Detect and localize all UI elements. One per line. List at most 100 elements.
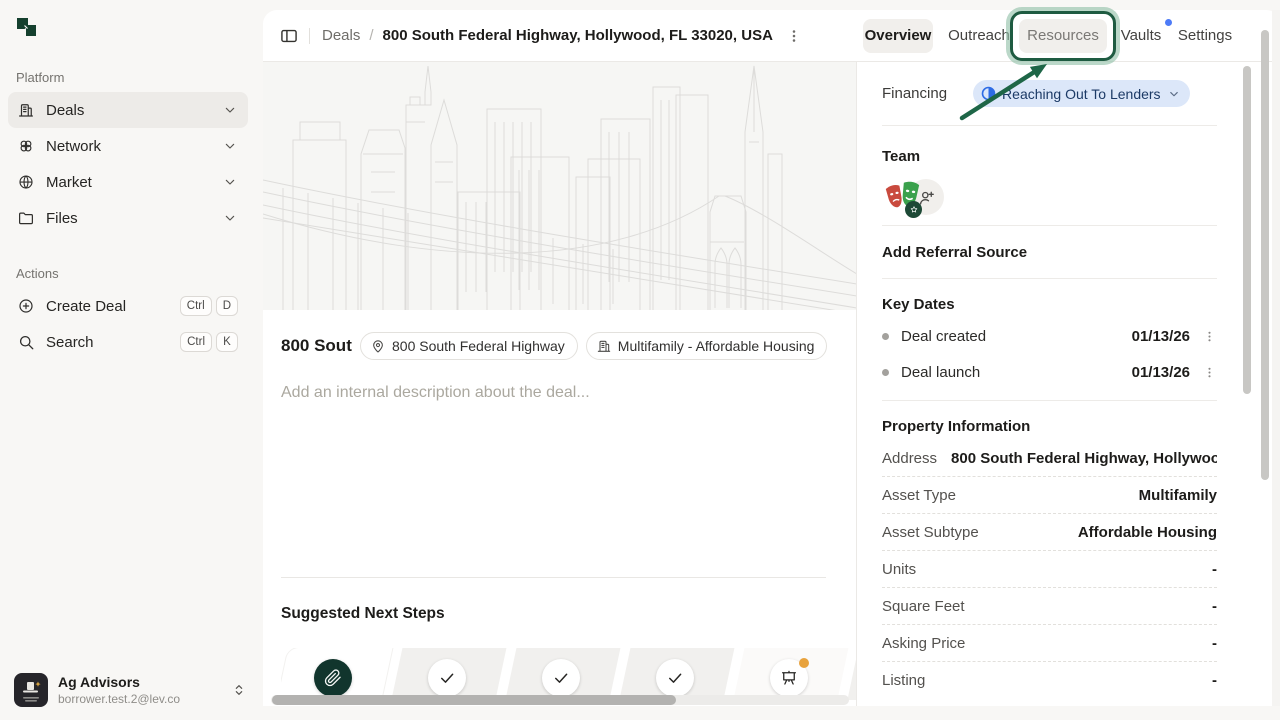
horizontal-scrollbar-thumb[interactable] [272,695,676,705]
platform-section-label: Platform [16,70,64,85]
property-value: 800 South Federal Highway, Hollywood, FL [951,450,1217,467]
workspace-name: Ag Advisors [58,674,231,690]
tab-outreach[interactable]: Outreach [947,19,1011,53]
search-button[interactable]: Search Ctrl K [8,324,248,360]
property-label: Square Feet [882,598,965,615]
horizontal-scrollbar[interactable] [271,695,849,705]
property-label: Units [882,561,916,578]
sidebar-item-label: Network [46,138,222,155]
check-icon [438,669,456,687]
keycap: Ctrl [180,332,212,352]
address-tag-chip[interactable]: 800 South Federal Highway [360,332,578,360]
tab-vaults[interactable]: Vaults [1115,19,1167,53]
property-value: - [1212,561,1217,578]
property-row: Square Feet - [882,588,1217,625]
lev-logo [14,15,40,41]
tab-resources[interactable]: Resources [1019,19,1107,53]
key-date-value: 01/13/26 [1132,364,1190,381]
create-deal-button[interactable]: Create Deal Ctrl D [8,288,248,324]
breadcrumb-separator [309,28,310,44]
chevron-down-icon [1167,87,1181,101]
property-value: Affordable Housing [1078,524,1217,541]
step-attach-documents[interactable] [314,659,352,697]
sidebar-item-label: Market [46,174,222,191]
property-value: - [1212,635,1217,652]
tab-settings[interactable]: Settings [1175,19,1235,53]
team-heading: Team [882,148,1217,165]
card-header: Deals / 800 South Federal Highway, Holly… [263,10,1280,62]
property-row: Asset Subtype Affordable Housing [882,514,1217,551]
add-referral-source-label: Add Referral Source [882,244,1027,261]
step-notification-dot [799,658,809,668]
deal-title: 800 South Federal Highway, Hollywood, FL… [281,336,352,356]
property-row: Asset Type Multifamily [882,477,1217,514]
action-label: Create Deal [46,298,180,315]
chevron-down-icon [222,210,238,226]
sidebar-toggle-button[interactable] [279,26,299,46]
property-value: - [1212,598,1217,615]
property-information-heading: Property Information [882,418,1217,435]
actions-section-label: Actions [16,266,59,281]
keycap: K [216,332,238,352]
building-icon [596,338,612,354]
search-shortcut: Ctrl K [180,332,238,352]
panel-scrollbar-thumb[interactable] [1243,66,1251,394]
sidebar-item-market[interactable]: Market [8,164,248,200]
property-label: Address [882,450,937,467]
property-value: Multifamily [1139,487,1217,504]
key-date-menu-button[interactable] [1202,365,1217,380]
key-dates-section: Key Dates Deal created 01/13/26 Deal lau… [882,279,1217,401]
deal-card: Deals / 800 South Federal Highway, Holly… [263,10,1280,706]
property-label: Asset Type [882,487,956,504]
property-label: Asset Subtype [882,524,979,541]
page-scrollbar-thumb[interactable] [1261,30,1269,480]
deal-description-input[interactable]: Add an internal description about the de… [281,384,590,402]
deal-main-column: 800 South Federal Highway, Hollywood, FL… [263,62,857,706]
sidebar-item-label: Deals [46,102,222,119]
financing-row: Financing Reaching Out To Lenders [882,62,1217,126]
keycap: Ctrl [180,296,212,316]
next-steps-strip [281,648,857,700]
keycap: D [216,296,238,316]
step-check-1[interactable] [428,659,466,697]
deal-menu-button[interactable] [785,27,803,45]
window-edge [1272,10,1280,706]
team-section: Team [882,126,1217,226]
suggested-next-steps-heading: Suggested Next Steps [281,605,445,623]
financing-status-label: Reaching Out To Lenders [1002,86,1161,102]
key-date-row: Deal created 01/13/26 [882,318,1217,354]
tab-overview[interactable]: Overview [863,19,933,53]
up-down-chevron-icon [231,682,247,698]
presentation-icon [780,669,798,687]
step-check-2[interactable] [542,659,580,697]
sidebar-item-deals[interactable]: Deals [8,92,248,128]
files-folder-icon [17,209,35,227]
sidebar-item-network[interactable]: Network [8,128,248,164]
workspace-meta: Ag Advisors borrower.test.2@lev.co [58,674,231,706]
breadcrumb-deal-title: 800 South Federal Highway, Hollywood, FL… [383,27,773,44]
step-presentation[interactable] [770,659,808,697]
skyline-illustration [263,62,857,310]
property-information-section: Property Information Address 800 South F… [882,401,1217,699]
map-pin-icon [370,338,386,354]
property-row: Units - [882,551,1217,588]
sidebar-item-label: Files [46,210,222,227]
tab-resources-label: Resources [1027,27,1099,44]
breadcrumb-deals-link[interactable]: Deals [322,27,360,44]
key-date-menu-button[interactable] [1202,329,1217,344]
key-date-label: Deal created [901,328,1132,345]
network-knot-icon [17,137,35,155]
address-tag-label: 800 South Federal Highway [392,338,565,354]
asset-type-tag-chip[interactable]: Multifamily - Affordable Housing [586,332,828,360]
workspace-switcher[interactable]: Ag Advisors borrower.test.2@lev.co [8,668,255,712]
check-icon [552,669,570,687]
deals-building-icon [17,101,35,119]
financing-status-dropdown[interactable]: Reaching Out To Lenders [973,80,1190,107]
property-label: Asking Price [882,635,965,652]
add-referral-source-button[interactable]: Add Referral Source [882,226,1217,279]
bullet-dot-icon [882,333,889,340]
workspace-avatar [14,673,48,707]
property-label: Listing [882,672,925,689]
sidebar-item-files[interactable]: Files [8,200,248,236]
step-check-3[interactable] [656,659,694,697]
